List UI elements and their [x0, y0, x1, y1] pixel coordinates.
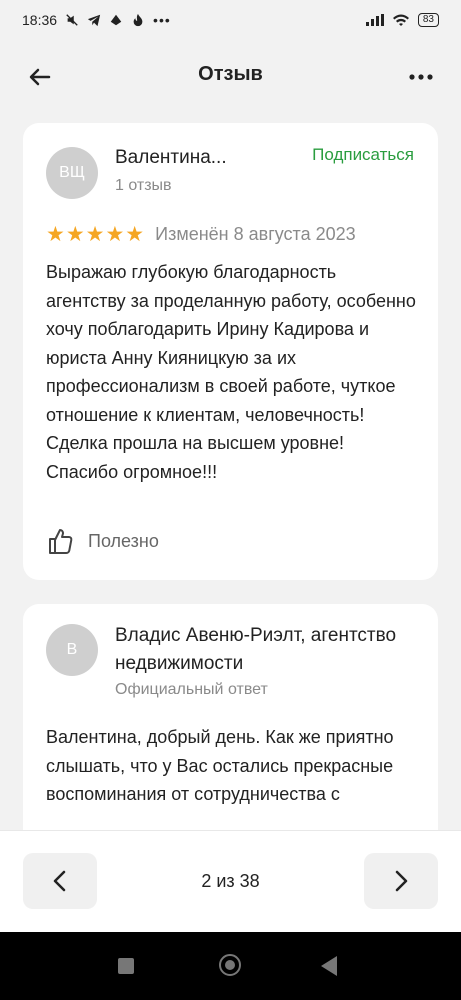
- more-options-button[interactable]: [403, 59, 439, 95]
- flame-icon: [133, 13, 143, 27]
- next-button[interactable]: [364, 853, 438, 909]
- recents-button[interactable]: [118, 958, 134, 974]
- review-card: ВЩ Валентина... Подписаться 1 отзыв ★★★★…: [23, 123, 438, 580]
- page-title: Отзыв: [198, 63, 263, 85]
- battery-icon: 83: [417, 13, 439, 27]
- review-author[interactable]: Валентина...: [115, 147, 227, 169]
- helpful-label: Полезно: [88, 530, 159, 551]
- rating-stars: ★★★★★: [46, 223, 146, 246]
- author-reviews-count: 1 отзыв: [115, 177, 172, 194]
- signal-icon: [365, 14, 384, 26]
- edited-date: Изменён 8 августа 2023: [155, 224, 356, 244]
- telegram-icon: [87, 14, 101, 27]
- chevron-right-icon: [395, 870, 408, 892]
- app-icon: [110, 14, 122, 26]
- system-nav-bar: [0, 932, 461, 1000]
- org-name[interactable]: Владис Авеню-Риэлт, агентство недвижимос…: [115, 622, 415, 678]
- avatar[interactable]: ВЩ: [46, 147, 98, 199]
- official-reply-label: Официальный ответ: [115, 681, 268, 698]
- more-dots-icon: [409, 74, 433, 80]
- system-back-button[interactable]: [321, 956, 337, 976]
- org-avatar[interactable]: В: [46, 624, 98, 676]
- more-notifications-icon: •••: [153, 12, 171, 28]
- home-button[interactable]: [219, 954, 241, 976]
- review-text: Выражаю глубокую благодарность агентству…: [46, 262, 416, 482]
- subscribe-button[interactable]: Подписаться: [312, 145, 414, 165]
- reply-text: Валентина, добрый день. Как же приятно с…: [46, 727, 394, 804]
- app-bar: Отзыв: [0, 45, 461, 109]
- thumbs-up-icon: [49, 529, 73, 554]
- mute-icon: [66, 14, 78, 26]
- rating-row: ★★★★★ Изменён 8 августа 2023: [46, 222, 356, 247]
- pager: 2 из 38: [0, 830, 461, 933]
- status-bar: 18:36 ••• 83: [0, 0, 461, 40]
- wifi-icon: [392, 14, 409, 26]
- helpful-button[interactable]: Полезно: [46, 526, 159, 556]
- status-time: 18:36: [22, 12, 58, 28]
- reply-card: В Владис Авеню-Риэлт, агентство недвижим…: [23, 604, 438, 864]
